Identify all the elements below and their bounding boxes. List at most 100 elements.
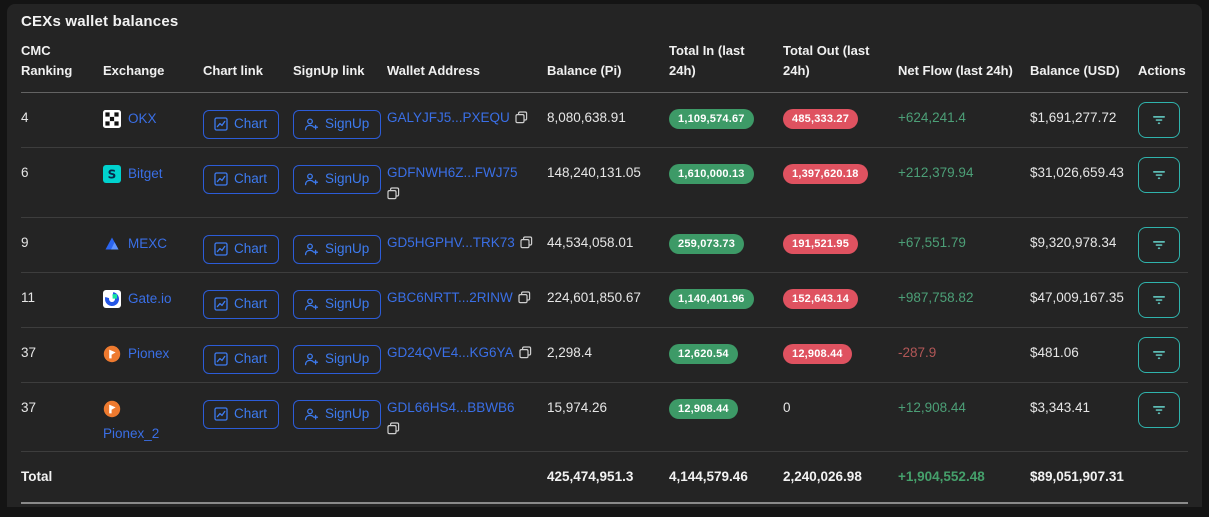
net-flow-value: +624,241.4 bbox=[898, 109, 966, 125]
copy-icon[interactable] bbox=[518, 345, 532, 362]
line-chart-icon bbox=[214, 351, 228, 366]
copy-icon[interactable] bbox=[387, 421, 400, 438]
wallet-address-link[interactable]: GD5HGPHV...TRK73 bbox=[387, 235, 515, 250]
signup-button[interactable]: SignUp bbox=[293, 109, 382, 139]
filter-icon bbox=[1153, 170, 1165, 179]
signup-button[interactable]: SignUp bbox=[293, 234, 382, 264]
filter-icon bbox=[1153, 350, 1165, 359]
balance-pi-value: 224,601,850.67 bbox=[547, 289, 641, 305]
signup-button-label: SignUp bbox=[325, 170, 370, 186]
cex-balances-card: CEXs wallet balances CMC Ranking Exchang… bbox=[7, 4, 1202, 507]
exchange-link-mexc[interactable]: MEXC bbox=[103, 235, 167, 253]
user-add-icon bbox=[304, 408, 319, 420]
net-flow-value: -287.9 bbox=[898, 344, 937, 360]
exchange-link-pionex-2[interactable]: Pionex_2 bbox=[103, 400, 159, 441]
row-actions-filter-button[interactable] bbox=[1138, 226, 1180, 263]
exchange-link-gateio[interactable]: Gate.io bbox=[101, 287, 172, 310]
total-out-badge: 191,521.95 bbox=[783, 233, 859, 254]
signup-button[interactable]: SignUp bbox=[293, 289, 382, 319]
col-header-actions: Actions bbox=[1138, 34, 1188, 93]
balance-pi-value: 44,534,058.01 bbox=[547, 234, 634, 250]
signup-button[interactable]: SignUp bbox=[293, 344, 382, 374]
col-header-chart-link: Chart link bbox=[203, 34, 293, 93]
wallet-address-link[interactable]: GD24QVE4...KG6YA bbox=[387, 345, 514, 360]
chart-button[interactable]: Chart bbox=[203, 109, 280, 139]
balance-usd-value: $47,009,167.35 bbox=[1030, 289, 1124, 305]
chart-button[interactable]: Chart bbox=[203, 289, 280, 319]
total-out-badge: 152,643.14 bbox=[783, 288, 859, 309]
table-row-gateio: 11 Gate.io Chart SignUp GBC6NRTT...2RINW… bbox=[21, 272, 1188, 328]
exchange-name: MEXC bbox=[128, 236, 168, 251]
pionex-logo-icon bbox=[103, 400, 121, 418]
row-actions-filter-button[interactable] bbox=[1138, 336, 1180, 373]
chart-button[interactable]: Chart bbox=[203, 234, 280, 264]
exchange-link-okx[interactable]: OKX bbox=[103, 109, 157, 128]
exchange-name: OKX bbox=[128, 111, 157, 126]
page-title: CEXs wallet balances bbox=[21, 13, 179, 30]
col-header-net-flow: Net Flow (last 24h) bbox=[898, 34, 1030, 93]
okx-logo-icon bbox=[103, 109, 121, 128]
line-chart-icon bbox=[214, 296, 228, 311]
wallet-address-link[interactable]: GDL66HS4...BBWB6 bbox=[387, 400, 515, 415]
chart-button-label: Chart bbox=[234, 115, 268, 131]
total-in-badge: 1,140,401.96 bbox=[669, 288, 754, 309]
total-in-badge: 1,610,000.13 bbox=[669, 163, 754, 184]
balance-pi-value: 148,240,131.05 bbox=[547, 164, 641, 180]
signup-button-label: SignUp bbox=[325, 350, 370, 366]
balance-usd-value: $1,691,277.72 bbox=[1030, 109, 1117, 125]
chart-button[interactable]: Chart bbox=[203, 399, 280, 429]
chart-button-label: Chart bbox=[234, 405, 268, 421]
exchange-link-pionex[interactable]: Pionex bbox=[103, 345, 169, 363]
user-add-icon bbox=[304, 118, 319, 130]
col-header-balance-usd: Balance (USD) bbox=[1030, 34, 1138, 93]
total-out-value: 0 bbox=[783, 399, 791, 415]
gateio-logo-icon bbox=[101, 287, 123, 310]
row-actions-filter-button[interactable] bbox=[1138, 391, 1180, 428]
copy-icon[interactable] bbox=[520, 235, 533, 252]
signup-button[interactable]: SignUp bbox=[293, 399, 382, 429]
pionex-logo-icon bbox=[103, 345, 121, 363]
table-row-pionex-2: 37 Pionex_2 Chart SignUp GDL66HS4...BBWB… bbox=[21, 382, 1188, 452]
col-header-total-out: Total Out (last 24h) bbox=[783, 34, 898, 93]
signup-button-label: SignUp bbox=[325, 405, 370, 421]
total-out-badge: 485,333.27 bbox=[783, 108, 859, 129]
total-balance-pi: 425,474,951.3 bbox=[547, 469, 634, 485]
copy-icon[interactable] bbox=[518, 290, 531, 307]
signup-button-label: SignUp bbox=[325, 115, 370, 131]
copy-icon[interactable] bbox=[387, 186, 400, 203]
wallet-address-link[interactable]: GALYJFJ5...PXEQU bbox=[387, 110, 510, 125]
total-in-badge: 12,908.44 bbox=[669, 398, 738, 419]
cmc-rank: 11 bbox=[21, 289, 36, 305]
line-chart-icon bbox=[214, 241, 228, 256]
cex-balances-table: CMC Ranking Exchange Chart link SignUp l… bbox=[21, 34, 1188, 504]
exchange-name: Bitget bbox=[128, 166, 163, 181]
wallet-address-link[interactable]: GBC6NRTT...2RINW bbox=[387, 290, 513, 305]
bitget-logo-icon bbox=[103, 164, 121, 183]
col-header-total-in: Total In (last 24h) bbox=[669, 34, 783, 93]
row-actions-filter-button[interactable] bbox=[1138, 281, 1180, 318]
user-add-icon bbox=[304, 243, 319, 255]
total-net-flow: +1,904,552.48 bbox=[898, 469, 985, 485]
net-flow-value: +12,908.44 bbox=[898, 399, 966, 415]
signup-button[interactable]: SignUp bbox=[293, 164, 382, 194]
signup-button-label: SignUp bbox=[325, 295, 370, 311]
row-actions-filter-button[interactable] bbox=[1138, 101, 1180, 138]
balance-usd-value: $9,320,978.34 bbox=[1030, 234, 1117, 250]
cmc-rank: 6 bbox=[21, 164, 29, 180]
col-header-signup-link: SignUp link bbox=[293, 34, 387, 93]
wallet-address-link[interactable]: GDFNWH6Z...FWJ75 bbox=[387, 165, 518, 180]
total-balance-usd: $89,051,907.31 bbox=[1030, 469, 1124, 485]
table-header: CMC Ranking Exchange Chart link SignUp l… bbox=[21, 34, 1188, 93]
copy-icon[interactable] bbox=[515, 110, 528, 127]
exchange-link-bitget[interactable]: Bitget bbox=[103, 164, 163, 183]
row-actions-filter-button[interactable] bbox=[1138, 156, 1180, 193]
total-out-badge: 1,397,620.18 bbox=[783, 163, 868, 184]
line-chart-icon bbox=[214, 171, 228, 186]
filter-icon bbox=[1153, 240, 1165, 249]
chart-button[interactable]: Chart bbox=[203, 164, 280, 194]
mexc-logo-icon bbox=[103, 235, 121, 253]
exchange-name: Pionex bbox=[128, 346, 170, 361]
table-row-bitget: 6 Bitget Chart SignUp GDFNWH6Z...FWJ75 1… bbox=[21, 147, 1188, 218]
chart-button[interactable]: Chart bbox=[203, 344, 280, 374]
total-out-sum: 2,240,026.98 bbox=[783, 469, 862, 485]
